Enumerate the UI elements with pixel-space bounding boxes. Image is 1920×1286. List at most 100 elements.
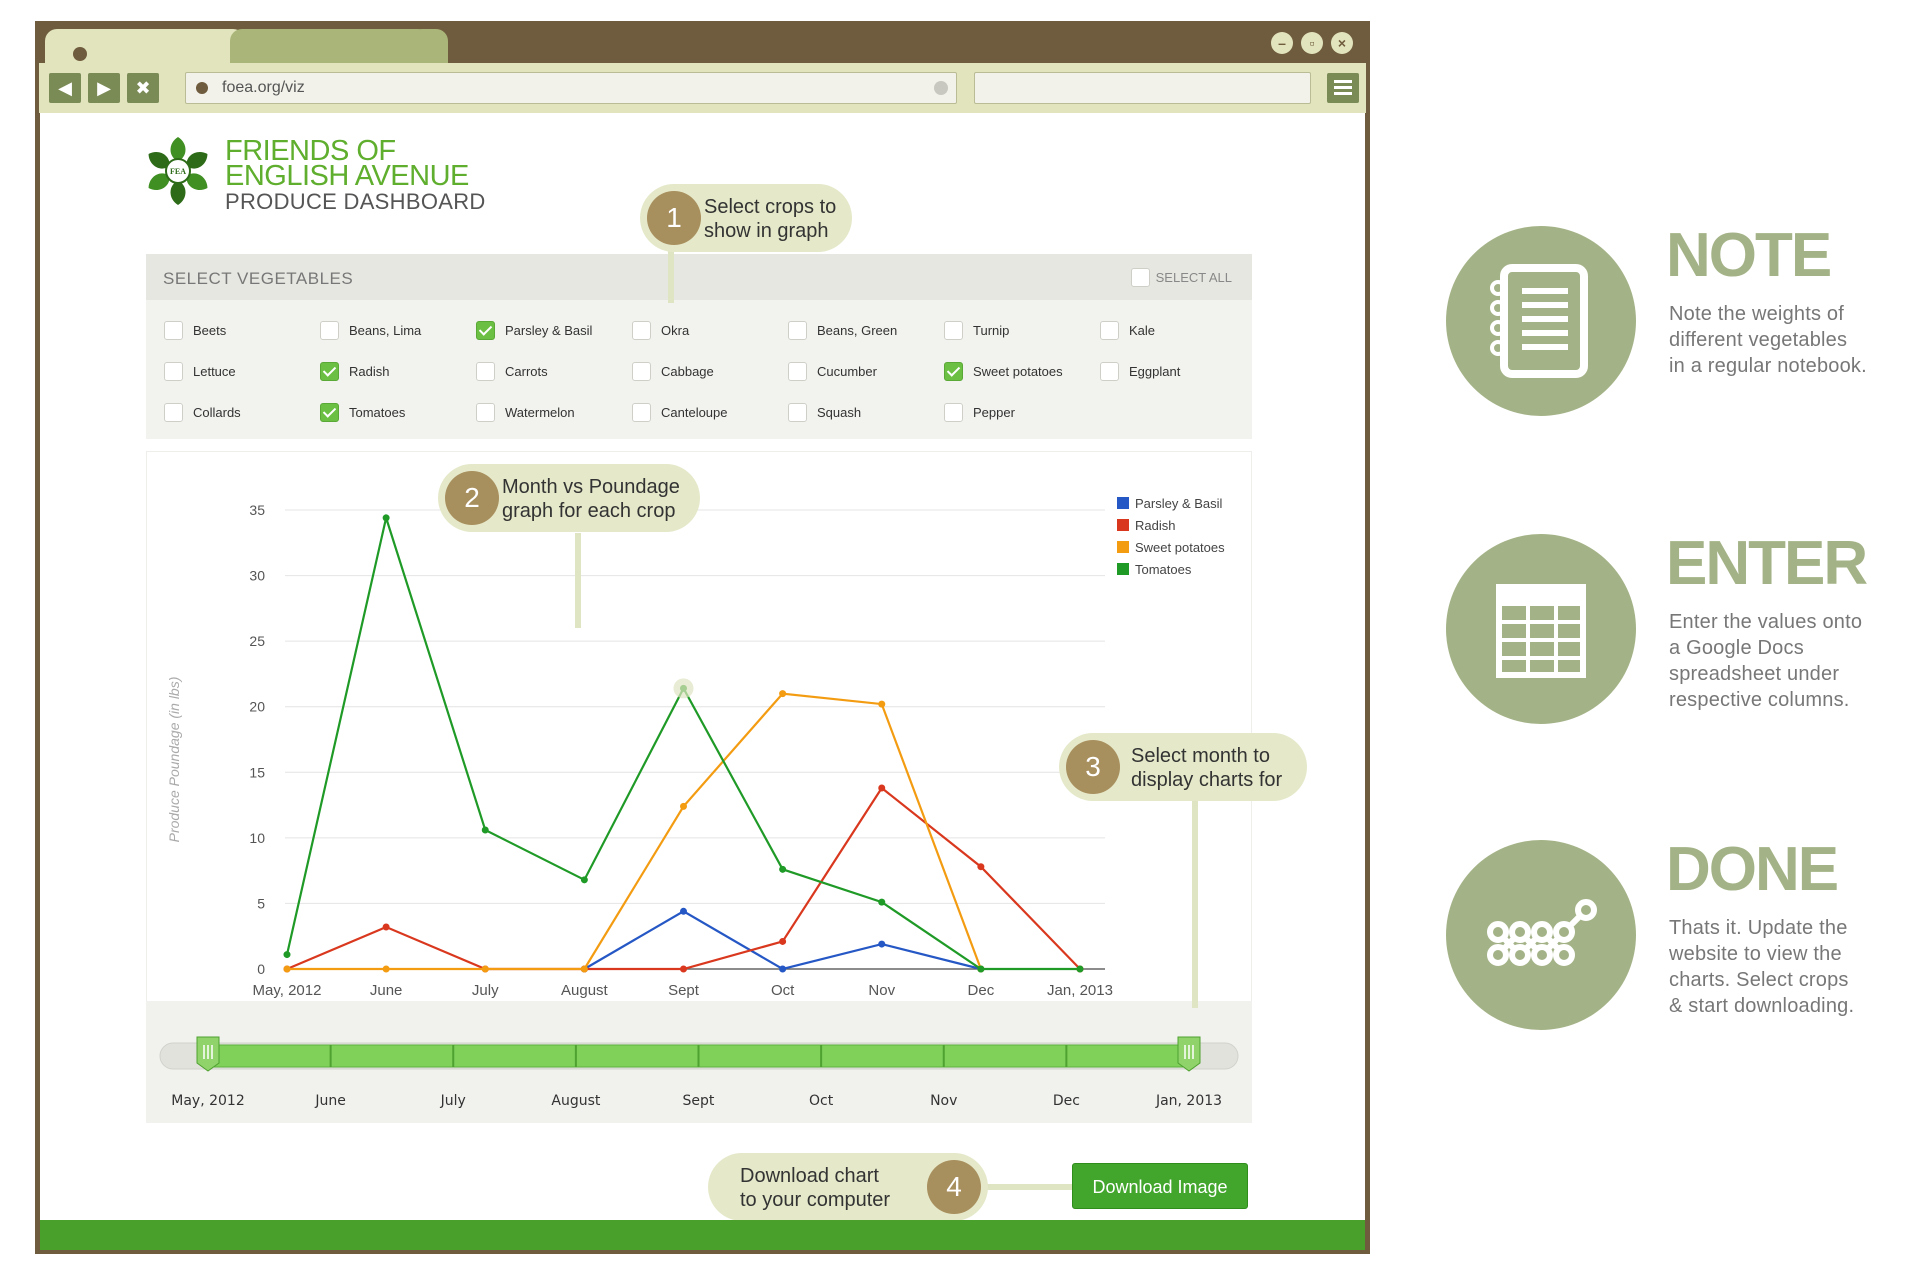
y-tick-label: 5 xyxy=(257,895,265,911)
slider-month-label: June xyxy=(314,1093,346,1109)
callout-2-text: Month vs Poundage graph for each crop xyxy=(502,475,680,523)
vegetable-checkbox[interactable] xyxy=(944,321,963,340)
data-point xyxy=(680,802,687,810)
legend-swatch xyxy=(1117,541,1129,553)
data-point xyxy=(878,700,886,708)
legend-label: Radish xyxy=(1135,518,1175,533)
data-point xyxy=(382,514,390,522)
vegetable-checkbox[interactable] xyxy=(320,403,339,422)
vegetable-checkbox[interactable] xyxy=(476,403,495,422)
stop-button[interactable]: ✖ xyxy=(127,73,159,103)
x-tick-label: Sept xyxy=(668,982,700,999)
restore-button[interactable]: ▫ xyxy=(1301,32,1323,54)
minimize-button[interactable]: – xyxy=(1271,32,1293,54)
data-point xyxy=(580,876,588,884)
slider-month-label: May, 2012 xyxy=(171,1093,244,1109)
callout-1-connector xyxy=(668,243,674,303)
vegetable-checkbox[interactable] xyxy=(164,362,183,381)
data-point xyxy=(779,937,787,945)
browser-tab-active[interactable] xyxy=(45,29,245,63)
slider-month-label: Nov xyxy=(930,1093,957,1109)
vegetable-checkbox[interactable] xyxy=(476,321,495,340)
forward-button[interactable]: ▶ xyxy=(88,73,120,103)
callout-3: 3 Select month to display charts for xyxy=(1059,733,1307,801)
reload-icon[interactable] xyxy=(934,81,948,95)
legend-swatch xyxy=(1117,563,1129,575)
month-range-slider[interactable]: May, 2012 June July August Sept Oct Nov Dec Jan,… xyxy=(146,1001,1252,1123)
line-chart-icon-graphic xyxy=(1487,899,1597,966)
vegetable-checkbox[interactable] xyxy=(788,403,807,422)
download-image-button[interactable]: Download Image xyxy=(1072,1163,1248,1209)
vegetable-checkbox[interactable] xyxy=(788,321,807,340)
data-point xyxy=(580,965,588,973)
legend-swatch xyxy=(1117,519,1129,531)
step-done-description: Thats it. Update the website to view the… xyxy=(1669,915,1909,1019)
callout-2-line1: Month vs Poundage xyxy=(502,476,680,498)
vegetable-label: Beets xyxy=(193,323,227,338)
notebook-icon-graphic xyxy=(1490,264,1588,378)
callout-3-line2: display charts for xyxy=(1131,769,1283,791)
vegetable-checkbox[interactable] xyxy=(164,321,183,340)
step-enter-line: Enter the values onto xyxy=(1669,611,1863,633)
data-point xyxy=(283,951,291,959)
browser-tab[interactable] xyxy=(230,29,430,63)
vegetable-selector: SELECT VEGETABLES SELECT ALL Beets Beans,… xyxy=(146,254,1252,439)
data-point xyxy=(680,907,687,915)
vegetable-checkbox[interactable] xyxy=(632,403,651,422)
vegetable-checkbox[interactable] xyxy=(632,321,651,340)
callout-3-connector xyxy=(1192,773,1198,1008)
new-tab-button[interactable] xyxy=(410,29,448,63)
vegetable-checkbox[interactable] xyxy=(1100,321,1119,340)
address-bar[interactable]: foea.org/viz xyxy=(185,72,957,104)
callout-4-connector xyxy=(980,1184,1080,1190)
slider-month-label: August xyxy=(551,1093,601,1109)
vegetable-checkbox[interactable] xyxy=(632,362,651,381)
back-button[interactable]: ◀ xyxy=(49,73,81,103)
site-icon xyxy=(196,82,208,94)
y-tick-label: 0 xyxy=(257,961,265,977)
select-all-toggle[interactable]: SELECT ALL xyxy=(1130,268,1232,288)
select-all-label: SELECT ALL xyxy=(1155,269,1232,285)
vegetable-label: Beans, Green xyxy=(817,323,898,338)
data-point xyxy=(481,965,489,973)
vegetable-checkbox[interactable] xyxy=(320,321,339,340)
vegetable-label: Carrots xyxy=(505,364,548,379)
month-range-slider-panel: May, 2012 June July August Sept Oct Nov Dec Jan,… xyxy=(146,1001,1252,1123)
y-axis-label: Produce Poundage (in lbs) xyxy=(166,677,182,843)
x-tick-label: Dec xyxy=(968,982,995,999)
vegetable-checkbox[interactable] xyxy=(944,403,963,422)
vegetable-label: Parsley & Basil xyxy=(505,323,593,338)
step-enter-line: respective columns. xyxy=(1669,689,1850,711)
vegetable-checkbox[interactable] xyxy=(1100,362,1119,381)
line-chart-icon xyxy=(1446,840,1636,1030)
y-tick-label: 15 xyxy=(249,764,265,780)
select-all-checkbox[interactable] xyxy=(1130,268,1150,287)
callout-1-number: 1 xyxy=(647,191,701,245)
vegetable-label: Cucumber xyxy=(817,364,877,379)
vegetable-checkbox[interactable] xyxy=(788,362,807,381)
vegetable-label: Beans, Lima xyxy=(349,323,422,338)
spreadsheet-icon-graphic xyxy=(1496,584,1586,678)
step-done-title: DONE xyxy=(1666,835,1839,904)
x-tick-label: Oct xyxy=(771,982,795,999)
callout-1-line2: show in graph xyxy=(704,220,829,242)
close-button[interactable]: × xyxy=(1331,32,1353,54)
x-tick-label: Nov xyxy=(868,982,895,999)
callout-2-number: 2 xyxy=(445,471,499,525)
callout-2: 2 Month vs Poundage graph for each crop xyxy=(438,464,700,532)
step-done-line: & start downloading. xyxy=(1669,995,1855,1017)
vegetable-selector-title: SELECT VEGETABLES xyxy=(163,269,354,288)
vegetable-checkbox[interactable] xyxy=(320,362,339,381)
vegetable-label: Eggplant xyxy=(1129,364,1181,379)
slider-month-label: Oct xyxy=(809,1093,834,1109)
browser-window: – ▫ × ◀ ▶ ✖ foea.org/viz FEA FRIENDS OF … xyxy=(35,21,1370,1254)
notebook-icon xyxy=(1446,226,1636,416)
menu-button[interactable] xyxy=(1327,73,1359,103)
x-tick-label: July xyxy=(472,982,499,999)
slider-month-label: Dec xyxy=(1053,1093,1080,1109)
vegetable-checkbox[interactable] xyxy=(476,362,495,381)
vegetable-checkbox[interactable] xyxy=(164,403,183,422)
data-point xyxy=(283,965,291,973)
search-input[interactable] xyxy=(974,72,1311,104)
vegetable-checkbox[interactable] xyxy=(944,362,963,381)
